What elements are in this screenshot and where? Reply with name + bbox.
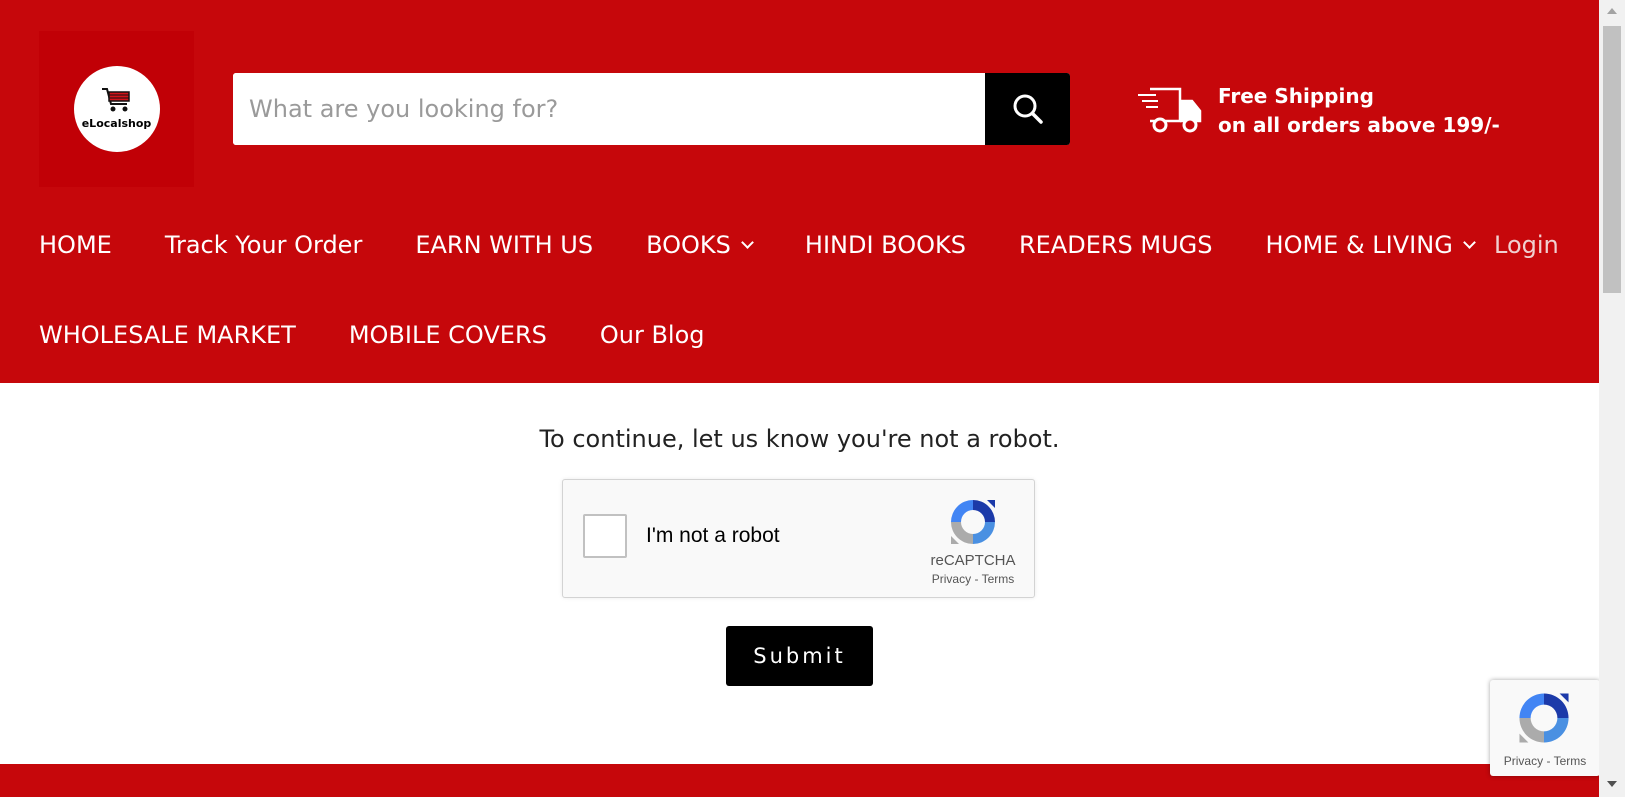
shipping-line2: on all orders above 199/- (1218, 113, 1500, 137)
nav-item-earn-with-us[interactable]: EARN WITH US (415, 231, 593, 259)
nav-item-hindi-books[interactable]: HINDI BOOKS (805, 231, 966, 259)
robot-message: To continue, let us know you're not a ro… (539, 425, 1060, 453)
recaptcha-logo-icon (951, 500, 995, 544)
shipping-text: Free Shipping on all orders above 199/- (1218, 82, 1500, 140)
nav-row-2: WHOLESALE MARKET MOBILE COVERS Our Blog (39, 305, 758, 365)
separator: - (974, 572, 979, 586)
nav-item-readers-mugs[interactable]: READERS MUGS (1019, 231, 1213, 259)
captcha-section: To continue, let us know you're not a ro… (0, 383, 1599, 764)
nav-label: HOME (39, 231, 112, 259)
badge-privacy-link[interactable]: Privacy (1504, 754, 1543, 768)
nav-label: READERS MUGS (1018, 231, 1213, 259)
shipping-line1: Free Shipping (1218, 84, 1374, 108)
scroll-up-arrow-icon[interactable] (1607, 8, 1617, 14)
nav-item-books[interactable]: BOOKS (646, 231, 754, 259)
nav-item-home-living[interactable]: HOME & LIVING (1265, 231, 1476, 259)
search-button[interactable] (985, 73, 1070, 145)
nav-row-1: HOME Track Your Order EARN WITH US BOOKS… (39, 215, 1527, 275)
nav-label: Track Your Order (164, 231, 363, 259)
search-icon (1013, 94, 1043, 124)
captcha-checkbox-label: I'm not a robot (646, 524, 780, 547)
recaptcha-terms-link[interactable]: Terms (982, 572, 1015, 586)
separator: - (1546, 754, 1551, 768)
shopping-cart-icon (101, 87, 130, 111)
nav-item-track-order[interactable]: Track Your Order (165, 231, 363, 259)
truck-icon (1138, 87, 1202, 133)
nav-item-our-blog[interactable]: Our Blog (600, 321, 705, 349)
vertical-scrollbar[interactable] (1599, 0, 1625, 797)
nav-item-wholesale-market[interactable]: WHOLESALE MARKET (39, 321, 296, 349)
page: eLocalshop Free Sh (0, 0, 1625, 797)
badge-terms-link[interactable]: Terms (1554, 754, 1587, 768)
login-link[interactable]: Login (1494, 215, 1559, 275)
nav-label: EARN WITH US (415, 231, 594, 259)
chevron-down-icon (1462, 235, 1476, 249)
nav-item-mobile-covers[interactable]: MOBILE COVERS (349, 321, 547, 349)
free-shipping-banner: Free Shipping on all orders above 199/- (1136, 82, 1500, 140)
nav-label: HINDI BOOKS (804, 231, 966, 259)
nav-label: MOBILE COVERS (348, 321, 547, 349)
nav-label: WHOLESALE MARKET (39, 321, 296, 349)
nav-item-home[interactable]: HOME (39, 231, 112, 259)
captcha-checkbox[interactable] (583, 514, 627, 558)
nav-label: Our Blog (599, 321, 705, 349)
logo-badge: eLocalshop (73, 66, 160, 152)
recaptcha-badge: Privacy - Terms (1490, 680, 1600, 776)
search-input[interactable] (233, 73, 985, 145)
search-bar (233, 73, 1070, 145)
recaptcha-brand: reCAPTCHA (930, 552, 1016, 569)
site-logo[interactable]: eLocalshop (39, 31, 194, 187)
recaptcha-privacy-link[interactable]: Privacy (932, 572, 971, 586)
recaptcha-links: Privacy - Terms (913, 572, 1033, 586)
scrollbar-thumb[interactable] (1603, 26, 1621, 293)
recaptcha-logo-icon (1519, 693, 1569, 743)
logo-text: eLocalshop (81, 116, 152, 130)
recaptcha-badge-links: Privacy - Terms (1490, 754, 1600, 768)
nav-label: HOME & LIVING (1265, 231, 1453, 259)
site-header: eLocalshop Free Sh (0, 0, 1599, 383)
scroll-down-arrow-icon[interactable] (1607, 781, 1617, 787)
site-footer (0, 764, 1599, 797)
chevron-down-icon (741, 235, 754, 249)
recaptcha-widget: I'm not a robot reCAPTCHA Privacy - Term… (562, 479, 1035, 598)
submit-button[interactable]: Submit (726, 626, 873, 686)
nav-label: BOOKS (646, 231, 731, 259)
